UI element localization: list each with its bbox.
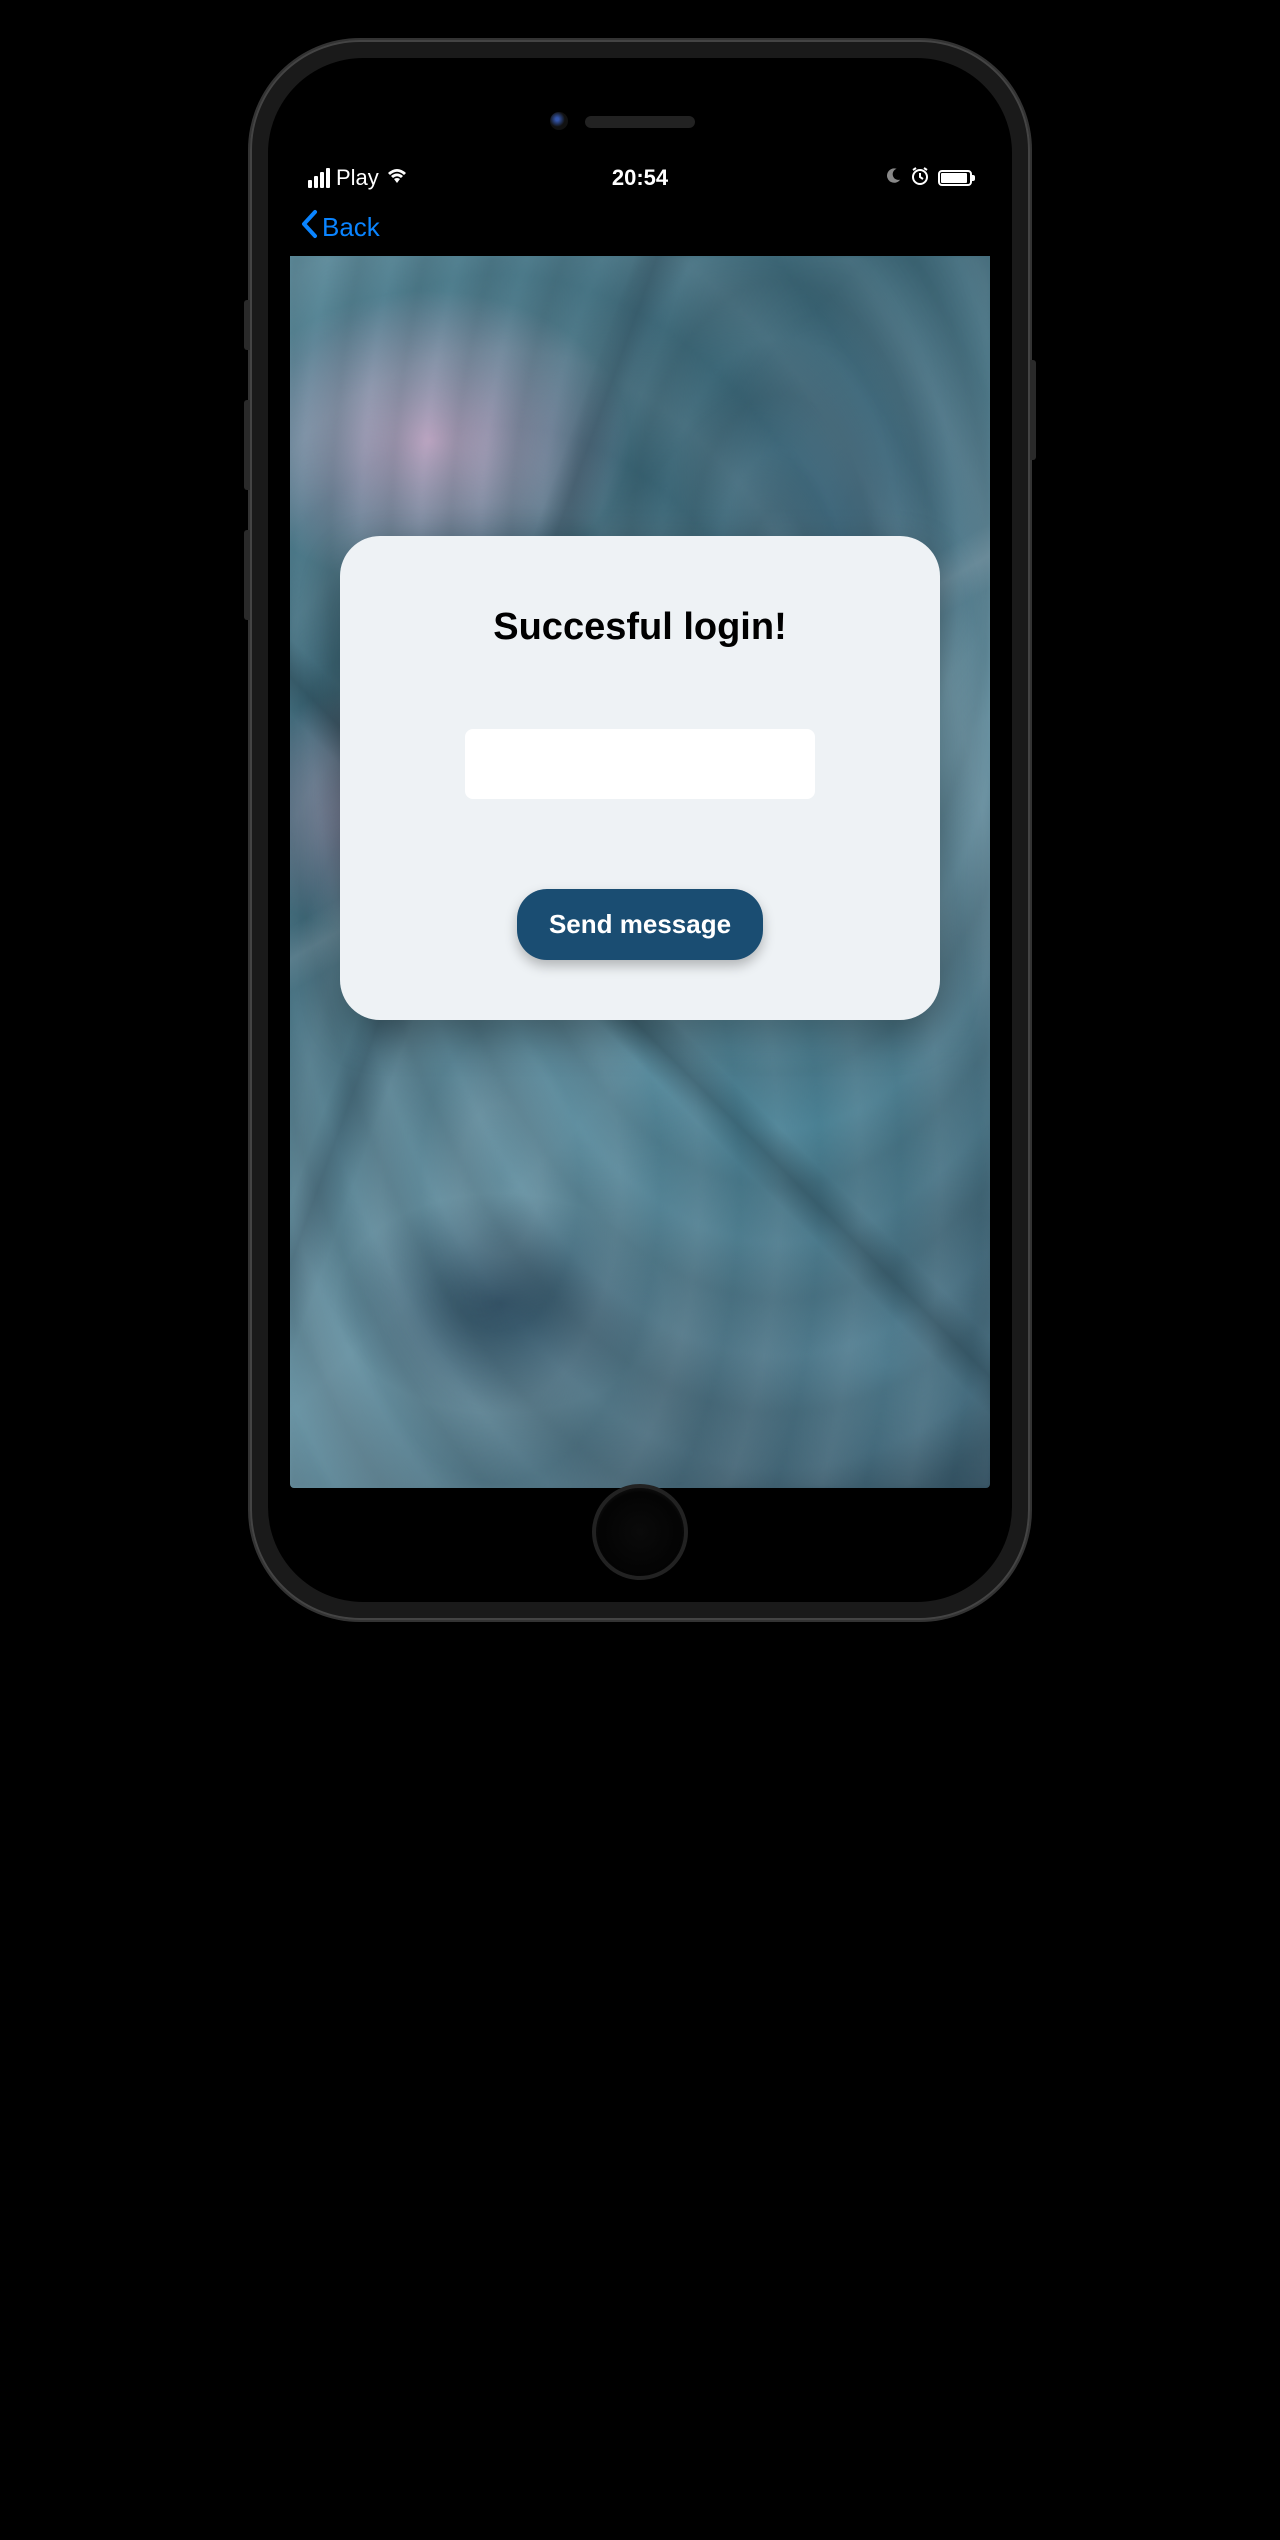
volume-up-button	[244, 400, 250, 490]
send-message-button[interactable]: Send message	[517, 889, 763, 960]
front-camera	[550, 112, 568, 130]
wifi-icon	[385, 165, 409, 191]
cellular-signal-icon	[308, 168, 330, 188]
status-bar-left: Play	[308, 165, 409, 191]
alarm-icon	[910, 166, 930, 191]
phone-device-frame: Play 20:54	[250, 40, 1030, 1620]
card-title: Succesful login!	[493, 606, 786, 649]
home-button[interactable]	[592, 1484, 688, 1580]
phone-screen: Play 20:54	[290, 158, 990, 1488]
back-button-label: Back	[322, 212, 380, 243]
status-bar: Play 20:54	[290, 158, 990, 198]
earpiece-speaker	[585, 116, 695, 128]
content-area: Succesful login! Send message	[290, 256, 990, 1488]
volume-down-button	[244, 530, 250, 620]
mute-switch-button	[244, 300, 250, 350]
do-not-disturb-icon	[884, 167, 902, 190]
status-bar-right	[884, 166, 972, 191]
chevron-left-icon	[300, 209, 320, 245]
navigation-bar: Back	[290, 198, 990, 256]
status-bar-time: 20:54	[612, 165, 668, 191]
login-success-card: Succesful login! Send message	[340, 536, 940, 1020]
carrier-label: Play	[336, 165, 379, 191]
back-button[interactable]: Back	[300, 209, 380, 245]
battery-icon	[938, 170, 972, 186]
power-button	[1030, 360, 1036, 460]
message-input[interactable]	[465, 729, 815, 799]
